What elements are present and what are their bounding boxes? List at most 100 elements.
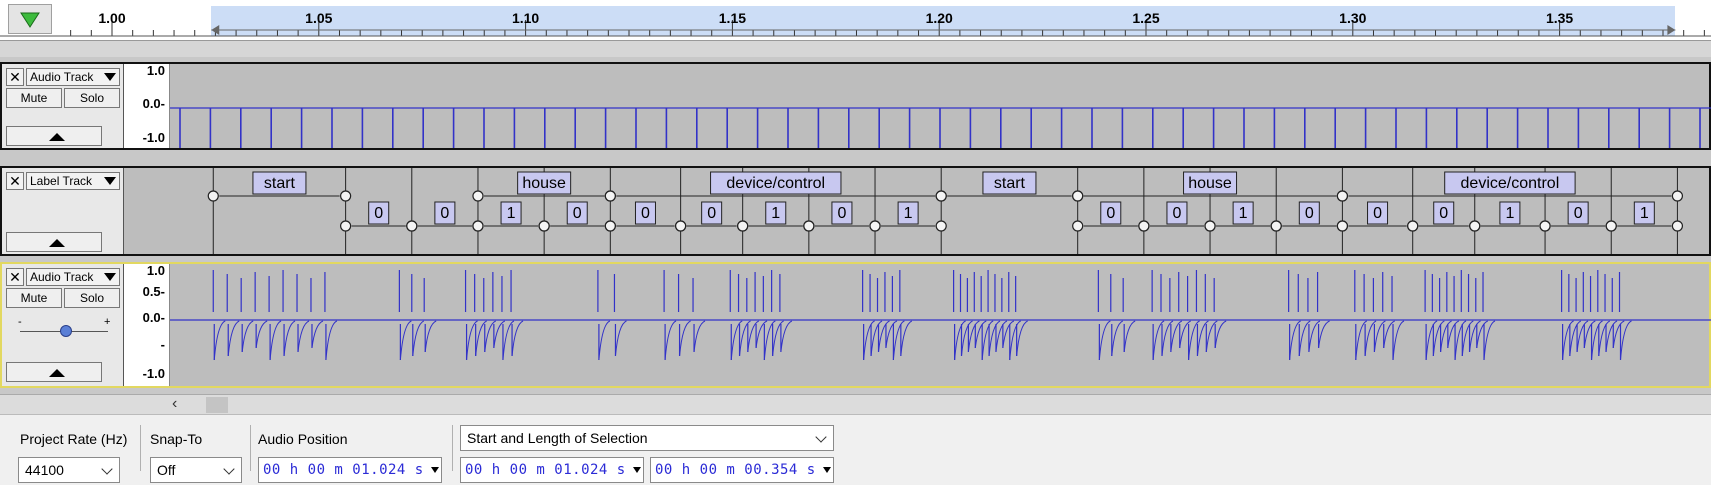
label-text: 0 xyxy=(707,205,716,222)
collapse-track-button[interactable] xyxy=(6,126,102,146)
track-name-menu[interactable]: Audio Track xyxy=(26,68,120,86)
label-track[interactable]: ✕ Label Track start house device/control st… xyxy=(0,166,1711,256)
label-handle-icon xyxy=(406,220,418,232)
project-rate-value: 44100 xyxy=(25,462,64,478)
dropdown-arrow-icon xyxy=(823,467,831,473)
solo-button[interactable]: Solo xyxy=(64,88,120,108)
toolbar-divider xyxy=(140,425,141,471)
label-handle-icon xyxy=(1072,220,1084,232)
ruler-label: 1.00 xyxy=(98,10,126,26)
audio-position-value: 00 h 00 m 01.024 s xyxy=(263,462,424,478)
chevron-down-icon xyxy=(101,463,113,475)
dropdown-arrow-icon xyxy=(633,467,641,473)
project-rate-select[interactable]: 44100 xyxy=(18,457,120,483)
label-area[interactable]: start house device/control start house device… xyxy=(124,168,1709,254)
collapse-track-button[interactable] xyxy=(6,232,102,252)
solo-button[interactable]: Solo xyxy=(64,288,120,308)
label-text: 0 xyxy=(1172,205,1181,222)
close-track-button[interactable]: ✕ xyxy=(6,268,24,286)
waveform-area[interactable] xyxy=(170,264,1711,386)
ruler-label: 1.30 xyxy=(1339,10,1367,26)
audio-position-control[interactable]: 00 h 00 m 01.024 s xyxy=(258,457,442,483)
ruler-label: 1.35 xyxy=(1545,10,1574,26)
track-name: Label Track xyxy=(30,174,93,188)
label-handle-icon xyxy=(472,190,484,202)
label-handle-icon xyxy=(675,220,687,232)
amplitude-ruler: 1.0 0.0- -1.0 xyxy=(124,63,170,148)
label-text: 1 xyxy=(1505,205,1514,222)
scale-label: - xyxy=(160,337,165,352)
timeline-separator xyxy=(0,40,1711,57)
gain-minus-label: - xyxy=(18,316,22,328)
audio-track-2[interactable]: ✕ Audio Track Mute Solo - + 1.0 0.5- 0.0… xyxy=(0,262,1711,388)
label-text: 0 xyxy=(374,205,383,222)
selection-toolbar: Project Rate (Hz) 44100 Snap-To Off Audi… xyxy=(0,414,1711,485)
label-handle-icon xyxy=(1605,220,1617,232)
label-text: 1 xyxy=(507,205,516,222)
label-handle-icon xyxy=(1270,220,1282,232)
label-handle-icon xyxy=(869,220,881,232)
label-handle-icon xyxy=(1336,220,1348,232)
label-text: device/control xyxy=(1461,175,1560,192)
label-text: 1 xyxy=(1239,205,1248,222)
project-rate-label: Project Rate (Hz) xyxy=(20,431,128,447)
selection-length-value: 00 h 00 m 00.354 s xyxy=(655,462,816,478)
label-text: 0 xyxy=(1439,205,1448,222)
selection-mode-select[interactable]: Start and Length of Selection xyxy=(460,425,834,451)
ruler-label: 1.05 xyxy=(305,10,333,26)
timeline-ruler[interactable]: 1.00 1.05 1.10 1.15 1.20 1.25 1.30 1.35 xyxy=(0,0,1711,40)
label-text: 1 xyxy=(1640,205,1649,222)
dropdown-arrow-icon xyxy=(104,177,116,185)
ruler-label: 1.20 xyxy=(925,10,953,26)
labels-canvas: start house device/control start house device… xyxy=(207,168,1684,254)
label-handle-icon xyxy=(935,190,947,202)
collapse-up-icon xyxy=(49,239,65,247)
snap-to-select[interactable]: Off xyxy=(150,457,242,483)
scale-label: 0.0- xyxy=(142,96,165,111)
label-handle-icon xyxy=(1539,220,1551,232)
label-text: device/control xyxy=(726,175,825,192)
selection-mode-value: Start and Length of Selection xyxy=(467,430,648,446)
selection-length-control[interactable]: 00 h 00 m 00.354 s xyxy=(650,457,834,483)
scroll-left-arrow-icon[interactable]: ‹ xyxy=(172,395,177,413)
close-track-button[interactable]: ✕ xyxy=(6,68,24,86)
track-control-panel: ✕ Label Track xyxy=(2,168,124,254)
label-text: 1 xyxy=(904,205,913,222)
label-handle-icon xyxy=(1336,190,1348,202)
track-control-panel: ✕ Audio Track Mute Solo xyxy=(2,64,124,148)
scale-label: 1.0 xyxy=(146,63,165,78)
label-handle-icon xyxy=(538,220,550,232)
track-name-menu[interactable]: Label Track xyxy=(26,172,120,190)
ruler-labels: 1.00 1.05 1.10 1.15 1.20 1.25 1.30 1.35 xyxy=(0,0,1711,40)
horizontal-scrollbar[interactable]: ‹ xyxy=(0,394,1711,415)
selection-highlight xyxy=(213,264,1678,386)
label-handle-icon xyxy=(737,220,749,232)
label-handle-icon xyxy=(1138,220,1150,232)
scrollbar-thumb[interactable] xyxy=(206,397,228,413)
waveform xyxy=(170,264,1711,386)
track-name-menu[interactable]: Audio Track xyxy=(26,268,120,286)
label-handle-icon xyxy=(604,190,616,202)
ruler-label: 1.25 xyxy=(1132,10,1160,26)
collapse-track-button[interactable] xyxy=(6,362,102,382)
label-text: house xyxy=(1188,175,1232,192)
mute-button[interactable]: Mute xyxy=(6,288,62,308)
waveform xyxy=(170,64,1711,148)
toolbar-divider xyxy=(452,425,453,471)
label-handle-icon xyxy=(1072,190,1084,202)
scale-label: 1.0 xyxy=(146,263,165,278)
waveform-area[interactable] xyxy=(170,64,1711,148)
label-text: start xyxy=(994,175,1026,192)
close-track-button[interactable]: ✕ xyxy=(6,172,24,190)
label-handle-icon xyxy=(340,220,352,232)
gain-slider-thumb[interactable] xyxy=(60,325,72,337)
selection-start-control[interactable]: 00 h 00 m 01.024 s xyxy=(460,457,644,483)
scale-label: -1.0 xyxy=(142,366,165,381)
label-text: 0 xyxy=(1574,205,1583,222)
gain-slider[interactable]: - + xyxy=(10,316,114,344)
mute-button[interactable]: Mute xyxy=(6,88,62,108)
gain-plus-label: + xyxy=(104,316,111,328)
audio-track-1[interactable]: ✕ Audio Track Mute Solo 1.0 0.0- -1.0 xyxy=(0,62,1711,150)
label-text: 0 xyxy=(573,205,582,222)
label-handle-icon xyxy=(340,190,352,202)
